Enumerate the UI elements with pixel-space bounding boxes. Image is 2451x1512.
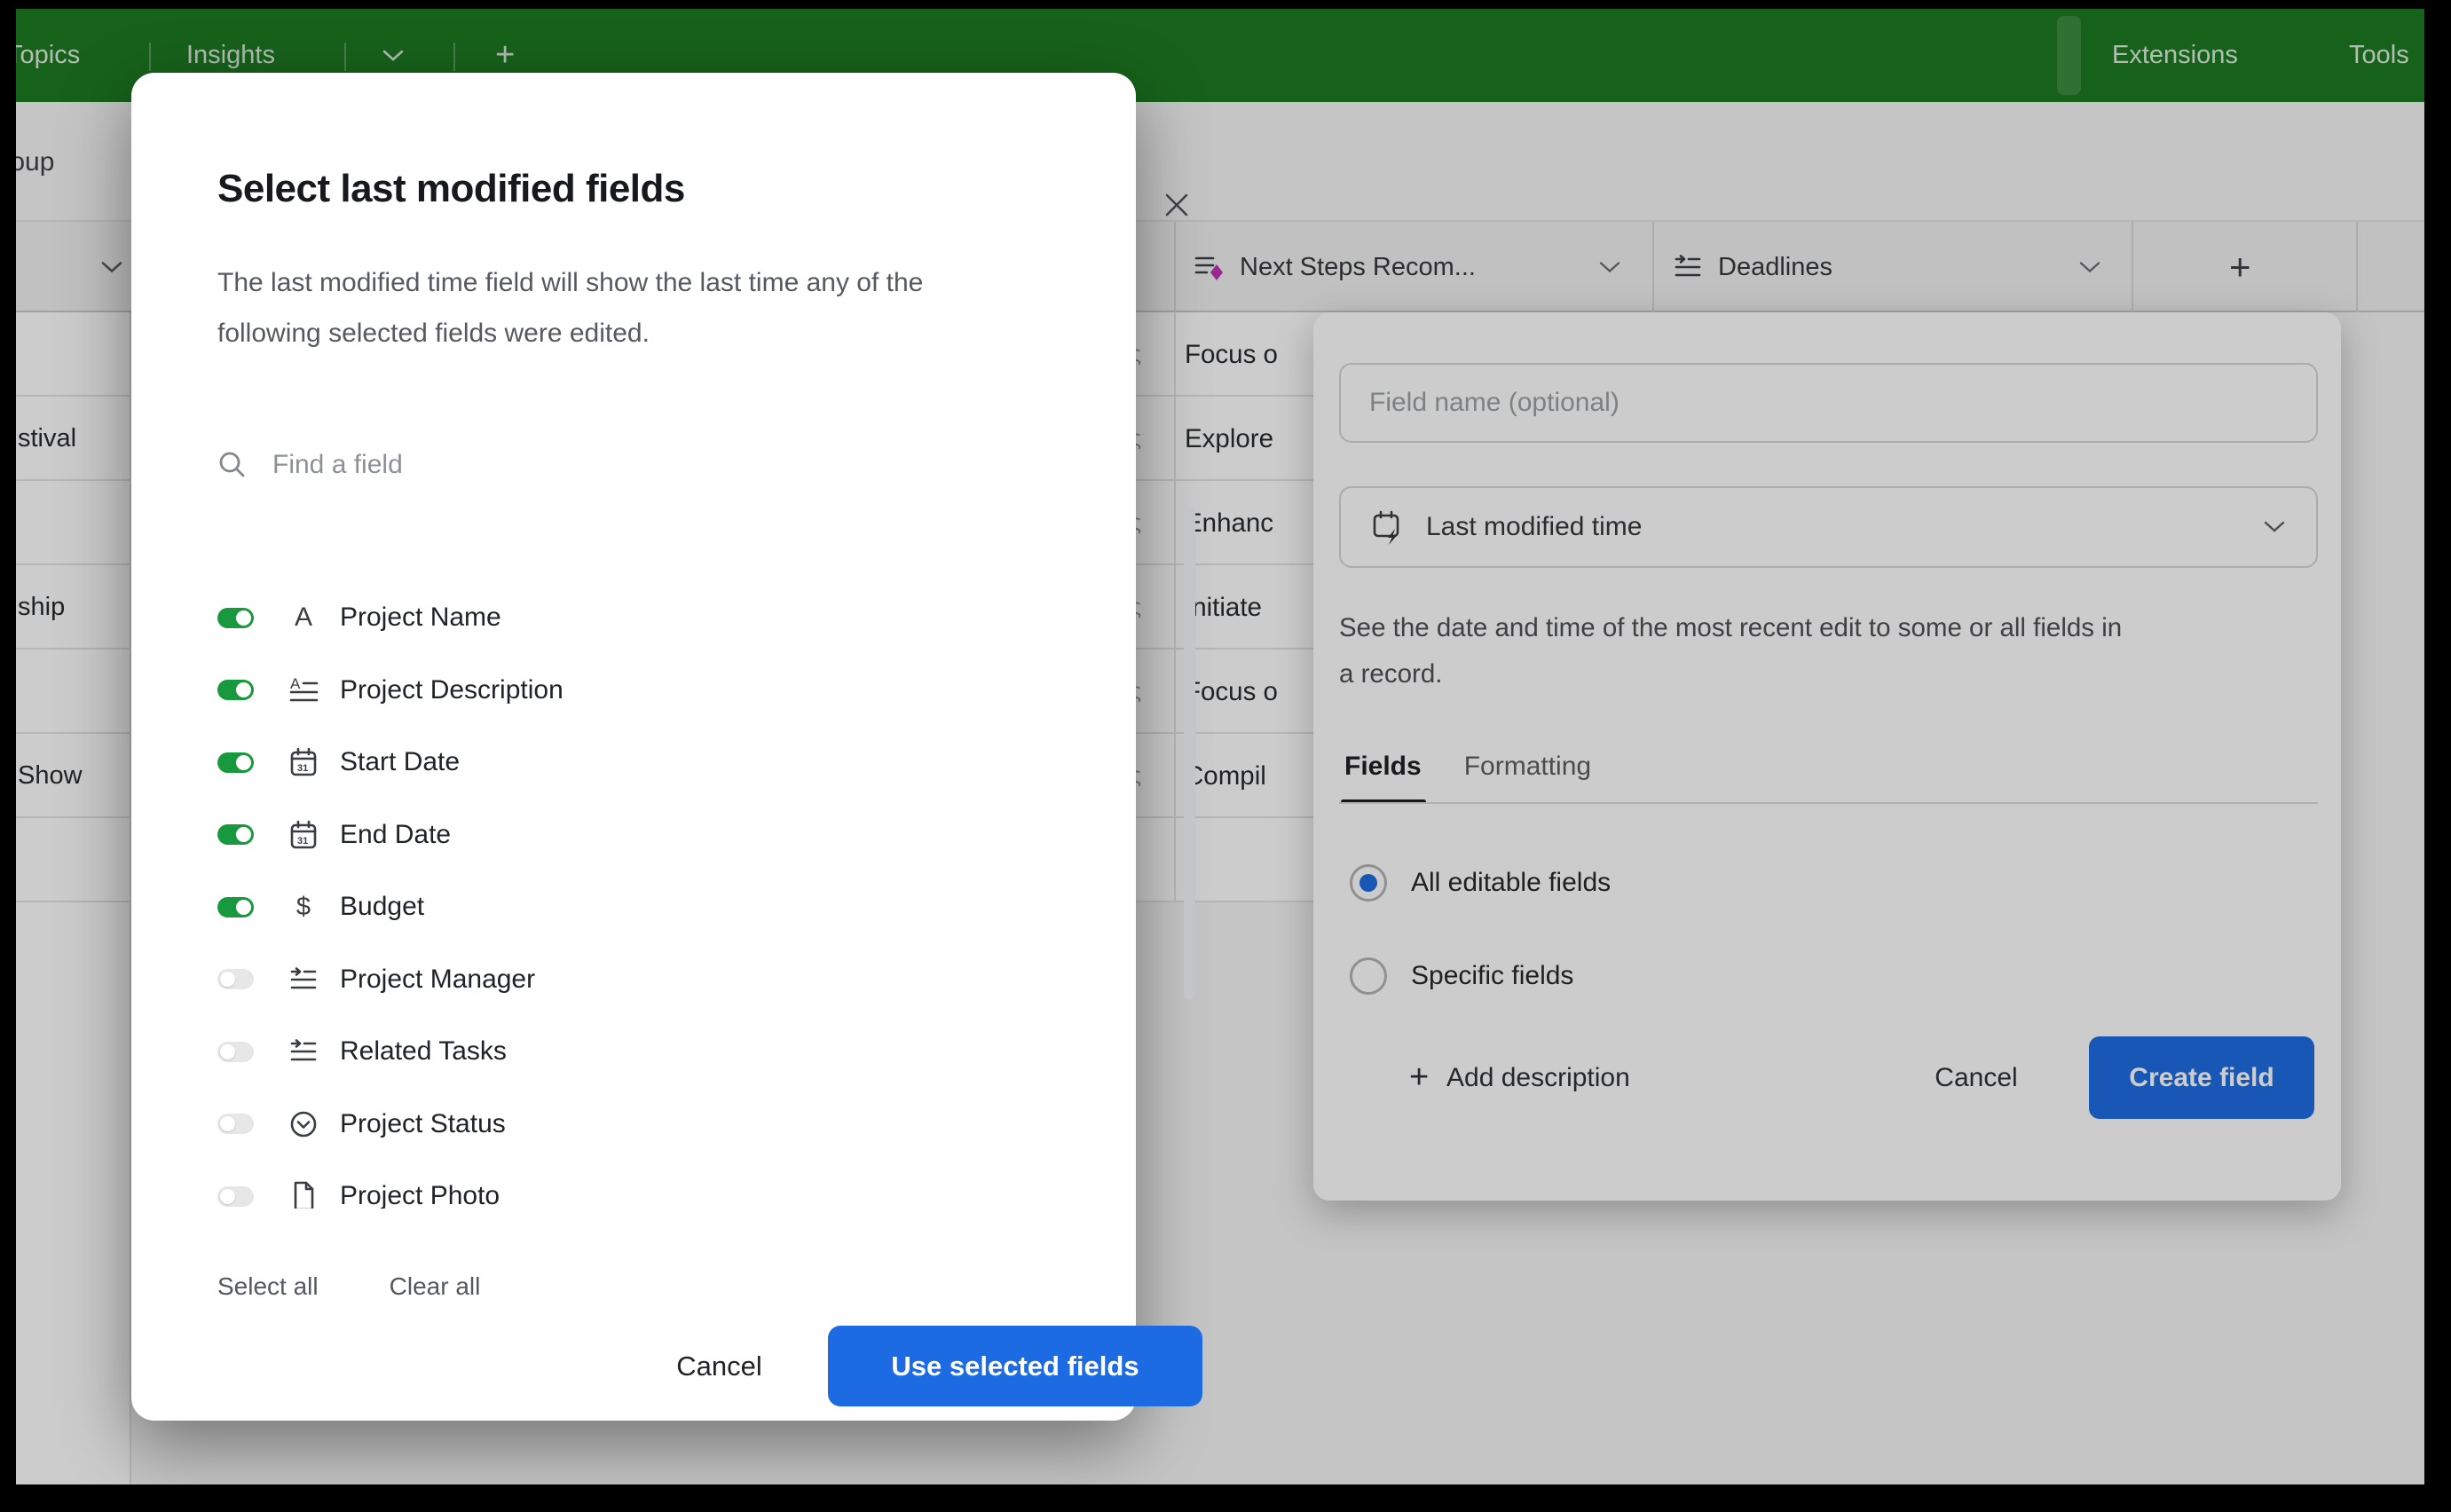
toggle-knob bbox=[236, 610, 251, 626]
list-scrollbar[interactable] bbox=[1184, 506, 1195, 999]
field-list-item[interactable]: Project Photo bbox=[217, 1160, 1069, 1209]
field-list-item[interactable]: Related Tasks bbox=[217, 1015, 1069, 1088]
toggle-knob bbox=[220, 972, 235, 987]
file-field-icon bbox=[287, 1180, 320, 1209]
field-list-item[interactable]: Project Status bbox=[217, 1088, 1069, 1161]
field-toggle[interactable] bbox=[217, 824, 254, 845]
toggle-knob bbox=[236, 827, 251, 842]
field-list-item[interactable]: A Project Description bbox=[217, 654, 1069, 727]
field-toggle[interactable] bbox=[217, 1114, 254, 1134]
select-fields-modal: Select last modified fields The last mod… bbox=[131, 73, 1136, 1421]
modal-title: Select last modified fields bbox=[217, 167, 685, 211]
toggle-knob bbox=[236, 755, 251, 770]
svg-text:31: 31 bbox=[297, 763, 308, 774]
toggle-knob bbox=[220, 1044, 235, 1059]
field-list-item[interactable]: A Project Name bbox=[217, 581, 1069, 654]
use-selected-fields-button[interactable]: Use selected fields bbox=[828, 1326, 1202, 1406]
screenshot-frame: Topics Insights + Extensions Tools Group bbox=[0, 0, 2451, 1512]
field-label: End Date bbox=[340, 820, 451, 850]
field-toggle[interactable] bbox=[217, 1042, 254, 1062]
toggle-knob bbox=[236, 682, 251, 697]
close-icon[interactable] bbox=[1162, 191, 1191, 219]
field-list-item[interactable]: $ Budget bbox=[217, 870, 1069, 943]
field-toggle[interactable] bbox=[217, 752, 254, 773]
field-label: Project Description bbox=[340, 675, 563, 705]
calendar-field-icon: 31 bbox=[287, 819, 320, 851]
toggle-knob bbox=[236, 900, 251, 915]
field-toggle[interactable] bbox=[217, 969, 254, 989]
field-list-item[interactable]: 31 End Date bbox=[217, 799, 1069, 871]
field-toggle[interactable] bbox=[217, 897, 254, 917]
toggle-knob bbox=[220, 1116, 235, 1131]
linked-field-icon bbox=[287, 1036, 320, 1067]
app-window: Topics Insights + Extensions Tools Group bbox=[16, 9, 2424, 1484]
toggle-knob bbox=[220, 1189, 235, 1204]
long-text-field-icon: A bbox=[287, 674, 320, 706]
field-list: A Project Name A Project Description 31 Start… bbox=[131, 497, 1136, 1209]
calendar-field-icon: 31 bbox=[287, 746, 320, 778]
field-toggle[interactable] bbox=[217, 608, 254, 628]
modal-description: The last modified time field will show t… bbox=[217, 257, 954, 358]
select-all-link[interactable]: Select all bbox=[217, 1272, 319, 1301]
modal-cancel-button[interactable]: Cancel bbox=[655, 1326, 784, 1406]
field-label: Project Status bbox=[340, 1109, 506, 1139]
svg-text:A: A bbox=[290, 675, 301, 692]
field-list-item[interactable]: Project Manager bbox=[217, 943, 1069, 1016]
field-label: Project Photo bbox=[340, 1181, 500, 1209]
field-label: Budget bbox=[340, 892, 424, 922]
single-line-field-icon: A bbox=[287, 602, 320, 633]
currency-field-icon: $ bbox=[287, 893, 320, 922]
svg-text:31: 31 bbox=[297, 836, 308, 847]
field-toggle[interactable] bbox=[217, 1186, 254, 1207]
field-search-input[interactable] bbox=[271, 449, 892, 481]
search-icon bbox=[217, 450, 248, 480]
field-toggle[interactable] bbox=[217, 680, 254, 700]
clear-all-link[interactable]: Clear all bbox=[390, 1272, 481, 1301]
field-label: Project Name bbox=[340, 602, 501, 633]
select-field-icon bbox=[287, 1108, 320, 1140]
linked-field-icon bbox=[287, 964, 320, 996]
field-label: Start Date bbox=[340, 747, 460, 777]
field-list-item[interactable]: 31 Start Date bbox=[217, 726, 1069, 799]
field-search[interactable] bbox=[217, 438, 1016, 492]
field-label: Related Tasks bbox=[340, 1036, 507, 1067]
field-label: Project Manager bbox=[340, 965, 535, 995]
